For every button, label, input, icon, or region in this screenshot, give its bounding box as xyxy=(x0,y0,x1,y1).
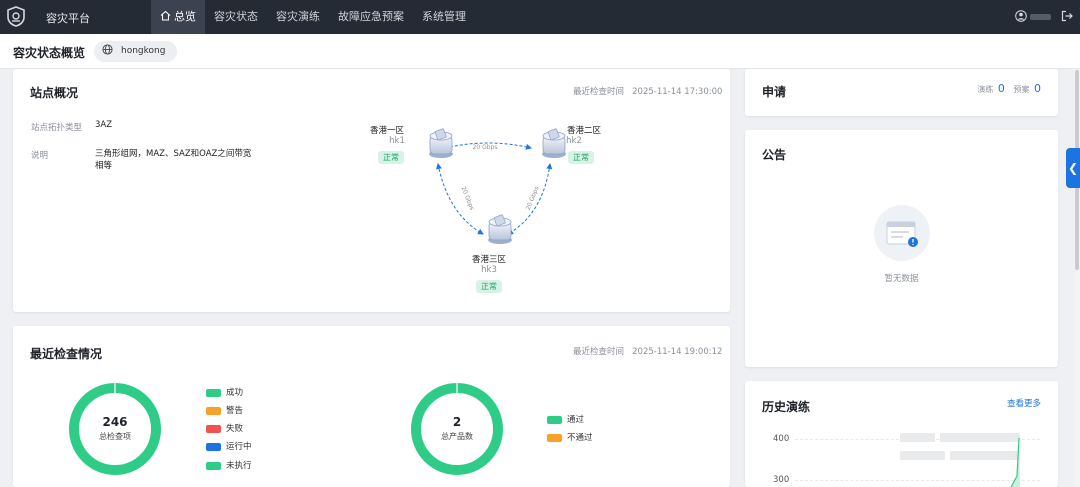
nav-item-label: 总览 xyxy=(174,10,196,23)
drill-label: 演练 xyxy=(977,85,994,94)
redacted-legend xyxy=(900,451,945,460)
node-name-hk3: 香港三区 xyxy=(471,255,506,265)
topology-type-value: 3AZ xyxy=(95,120,113,130)
products-total-label: 总产品数 xyxy=(441,432,473,441)
top-nav-bar: 容灾平台 总览 容灾状态 容灾演练 故障应急预案 系统管理 xyxy=(0,0,1080,34)
legend-swatch xyxy=(206,407,221,415)
apply-card: 申请 演练 0 预案 0 xyxy=(745,69,1058,116)
status-badge-hk3: 正常 xyxy=(476,280,502,293)
status-badge-hk1: 正常 xyxy=(378,151,404,164)
apply-counts: 演练 0 预案 0 xyxy=(977,82,1041,95)
node-name-hk2: 香港二区 xyxy=(566,126,601,136)
description-label: 说明 xyxy=(31,151,49,161)
notice-card: 公告 暂无数据 xyxy=(745,130,1058,367)
legend-swatch xyxy=(547,416,562,424)
nav-item-dr-drill[interactable]: 容灾演练 xyxy=(267,0,329,34)
plan-label: 预案 xyxy=(1013,85,1030,94)
user-icon[interactable] xyxy=(1015,10,1027,22)
history-drill-card: 历史演练 查看更多 400 300 xyxy=(745,381,1058,487)
page-title: 容灾状态概览 xyxy=(13,46,86,60)
recent-checks-title: 最近检查情况 xyxy=(30,347,103,361)
nav-item-dr-status[interactable]: 容灾状态 xyxy=(205,0,267,34)
region-name: hongkong xyxy=(121,46,166,56)
link-speed-top: 20 Gbps xyxy=(473,144,498,151)
globe-icon xyxy=(102,44,113,55)
page-header: 容灾状态概览 hongkong xyxy=(0,34,1080,69)
status-badge-hk2: 正常 xyxy=(568,151,594,164)
server-icon-hk3 xyxy=(488,214,512,244)
legend-swatch xyxy=(547,434,562,442)
node-code-hk1: hk1 xyxy=(389,136,405,146)
shield-logo-icon xyxy=(7,6,25,27)
node-code-hk3: hk3 xyxy=(481,265,497,275)
items-donut-chart xyxy=(69,383,161,475)
chevron-left-icon: ❮ xyxy=(1067,161,1079,175)
app-title: 容灾平台 xyxy=(46,12,90,25)
empty-data-icon xyxy=(874,205,930,261)
nav-item-emergency-plan[interactable]: 故障应急预案 xyxy=(329,0,413,34)
checks-time: 最近检查时间 2025-11-14 19:00:12 xyxy=(573,345,722,357)
y-tick-300: 300 xyxy=(773,475,790,485)
items-total: 246 xyxy=(102,415,128,429)
legend-swatch xyxy=(206,389,221,397)
link-hk1-hk3 xyxy=(436,163,484,235)
products-donut-chart xyxy=(411,383,503,475)
history-line-chart xyxy=(1010,437,1020,487)
items-total-label: 总检查项 xyxy=(99,432,131,441)
link-speed-right: 20 Gbps xyxy=(525,186,541,212)
view-more-link[interactable]: 查看更多 xyxy=(1007,397,1041,409)
legend-swatch xyxy=(206,425,221,433)
server-icon-hk1 xyxy=(429,128,453,158)
products-total: 2 xyxy=(452,415,462,429)
legend-swatch xyxy=(206,462,221,470)
site-overview-title: 站点概况 xyxy=(30,86,79,100)
topology-type-label: 站点拓扑类型 xyxy=(31,123,83,133)
main-nav: 总览 容灾状态 容灾演练 故障应急预案 系统管理 xyxy=(151,0,475,34)
check-time-label: 最近检查时间 xyxy=(573,87,625,97)
empty-data-text: 暂无数据 xyxy=(884,274,919,284)
collapse-panel-button[interactable]: ❮ xyxy=(1066,148,1080,188)
check-time-value: 2025-11-14 17:30:00 xyxy=(632,87,723,97)
site-overview-card: 站点概况 最近检查时间 2025-11-14 17:30:00 站点拓扑类型 3… xyxy=(13,69,730,312)
home-icon xyxy=(160,10,171,21)
plan-count[interactable]: 0 xyxy=(1034,82,1041,95)
notice-title: 公告 xyxy=(762,148,787,162)
description-value: 三角形组网，MAZ、SAZ和OAZ之间带宽相等 xyxy=(95,149,252,171)
checks-time-value: 2025-11-14 19:00:12 xyxy=(632,347,723,357)
y-tick-400: 400 xyxy=(773,434,790,444)
node-name-hk1: 香港一区 xyxy=(369,126,404,136)
redacted-legend xyxy=(900,433,935,442)
gridline xyxy=(795,480,1040,481)
link-speed-left: 20 Gbps xyxy=(459,186,475,212)
site-check-time: 最近检查时间 2025-11-14 17:30:00 xyxy=(573,85,722,97)
legend-swatch xyxy=(206,443,221,451)
apply-title: 申请 xyxy=(762,85,787,99)
drill-count[interactable]: 0 xyxy=(998,82,1005,95)
history-drill-title: 历史演练 xyxy=(762,400,811,414)
nav-item-system-admin[interactable]: 系统管理 xyxy=(413,0,475,34)
checks-time-label: 最近检查时间 xyxy=(573,347,625,357)
nav-item-overview[interactable]: 总览 xyxy=(151,0,205,34)
user-name-redacted[interactable] xyxy=(1030,14,1051,20)
node-code-hk2: hk2 xyxy=(566,136,582,146)
region-selector[interactable]: hongkong xyxy=(94,41,178,62)
logout-icon[interactable] xyxy=(1061,10,1073,22)
recent-checks-card: 最近检查情况 最近检查时间 2025-11-14 19:00:12 246 总检… xyxy=(13,326,730,487)
